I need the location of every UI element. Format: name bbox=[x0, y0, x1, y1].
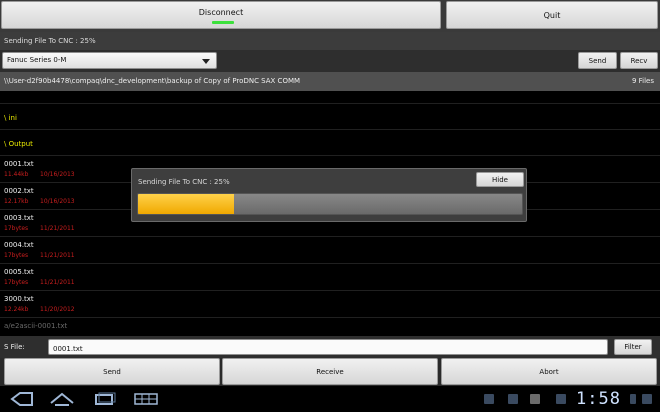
chevron-down-icon bbox=[202, 59, 210, 64]
list-item-dir[interactable] bbox=[0, 91, 660, 104]
file-date: 11/20/2012 bbox=[40, 306, 75, 313]
file-date: 11/21/2011 bbox=[40, 225, 75, 232]
filter-button[interactable]: Filter bbox=[614, 339, 652, 355]
file-bar: S File: Filter bbox=[0, 336, 660, 358]
abort-button[interactable]: Abort bbox=[441, 358, 657, 385]
system-bar: 1:58 bbox=[0, 386, 660, 412]
list-item[interactable]: a/e2ascii-0001.txt bbox=[0, 318, 660, 336]
file-size: 12.17kb bbox=[4, 198, 29, 205]
file-name: 0001.txt bbox=[4, 160, 34, 168]
file-date: 10/16/2013 bbox=[40, 198, 75, 205]
file-name: 0003.txt bbox=[4, 214, 34, 222]
file-size: 17bytes bbox=[4, 279, 29, 286]
dir-name: \ ini bbox=[4, 114, 17, 122]
fullscreen-icon bbox=[484, 394, 494, 404]
receive-button[interactable]: Receive bbox=[222, 358, 438, 385]
file-count: 9 Files bbox=[631, 77, 654, 85]
send-top-button[interactable]: Send bbox=[578, 52, 617, 69]
recv-button[interactable]: Recv bbox=[620, 52, 658, 69]
clock: 1:58 bbox=[576, 389, 621, 409]
dialog-title: Sending File To CNC : 25% bbox=[138, 178, 230, 186]
file-name: 0004.txt bbox=[4, 241, 34, 249]
file-input[interactable] bbox=[48, 339, 608, 355]
keyboard-icon[interactable] bbox=[132, 391, 160, 407]
disconnect-label: Disconnect bbox=[198, 8, 244, 17]
file-name: 3000.txt bbox=[4, 295, 34, 303]
connection-indicator bbox=[212, 21, 234, 24]
quit-button[interactable]: Quit bbox=[446, 1, 658, 29]
usb-icon bbox=[508, 394, 518, 404]
file-name: 0005.txt bbox=[4, 268, 34, 276]
machine-select[interactable]: Fanuc Series 0-M bbox=[2, 52, 217, 69]
list-item-dir[interactable]: \ ini bbox=[0, 104, 660, 130]
list-item[interactable]: 3000.txt 12.24kb 11/20/2012 bbox=[0, 291, 660, 318]
status-text: Sending File To CNC : 25% bbox=[0, 32, 660, 50]
file-label: S File: bbox=[4, 343, 25, 351]
list-item-dir[interactable]: \ Output bbox=[0, 130, 660, 156]
wifi-icon bbox=[642, 394, 652, 404]
file-date: 11/21/2011 bbox=[40, 279, 75, 286]
send-button[interactable]: Send bbox=[4, 358, 220, 385]
file-size: 11.44kb bbox=[4, 171, 29, 178]
back-icon[interactable] bbox=[8, 391, 36, 407]
recent-apps-icon[interactable] bbox=[90, 391, 118, 407]
progress-dialog: Sending File To CNC : 25% Hide bbox=[131, 168, 527, 222]
machine-select-value: Fanuc Series 0-M bbox=[7, 56, 67, 64]
list-item[interactable]: 0005.txt 17bytes 11/21/2011 bbox=[0, 264, 660, 291]
app-notification-icon bbox=[530, 394, 540, 404]
home-icon[interactable] bbox=[48, 391, 76, 407]
hide-button[interactable]: Hide bbox=[476, 172, 524, 187]
dir-name: \ Output bbox=[4, 140, 33, 148]
file-size: 17bytes bbox=[4, 225, 29, 232]
top-bar: Disconnect Quit bbox=[0, 0, 660, 32]
list-item[interactable]: 0004.txt 17bytes 11/21/2011 bbox=[0, 237, 660, 264]
media-icon bbox=[556, 394, 566, 404]
path-text: \\User-d2f90b4478\compaq\dnc_development… bbox=[4, 77, 301, 85]
file-size: 12.24kb bbox=[4, 306, 29, 313]
battery-icon bbox=[630, 394, 636, 404]
file-name: a/e2ascii-0001.txt bbox=[4, 322, 68, 330]
file-name: 0002.txt bbox=[4, 187, 34, 195]
action-bar: Send Receive Abort bbox=[0, 358, 660, 386]
path-bar: \\User-d2f90b4478\compaq\dnc_development… bbox=[0, 72, 660, 91]
file-date: 11/21/2011 bbox=[40, 252, 75, 259]
file-size: 17bytes bbox=[4, 252, 29, 259]
file-date: 10/16/2013 bbox=[40, 171, 75, 178]
progress-track bbox=[137, 193, 523, 215]
progress-fill bbox=[138, 194, 234, 214]
disconnect-button[interactable]: Disconnect bbox=[1, 1, 441, 29]
controls-bar: Fanuc Series 0-M Send Recv bbox=[0, 50, 660, 72]
